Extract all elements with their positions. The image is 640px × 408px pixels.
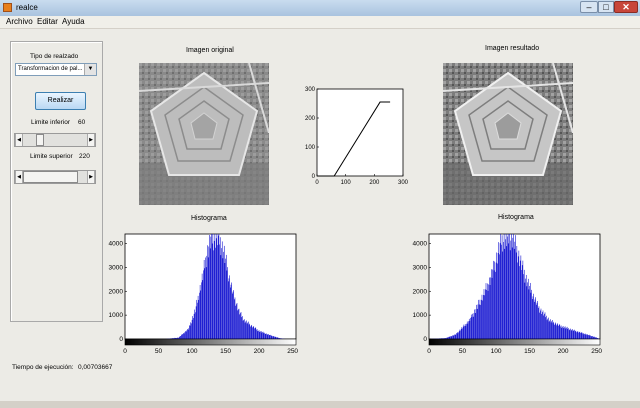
x-tick-label: 100 <box>491 348 502 355</box>
realizar-button[interactable]: Realizar <box>35 92 86 110</box>
x-tick-label: 0 <box>315 180 319 186</box>
menu-editar[interactable]: Editar <box>37 17 58 26</box>
grayscale-colorbar <box>428 338 601 346</box>
tiempo-label: Tiempo de ejecución: <box>12 364 74 371</box>
y-tick-label: 4000 <box>413 241 428 248</box>
x-tick-label: 200 <box>254 348 265 355</box>
histogram-left-plot: 0 50 100 150 200 250 0 1000 2000 3000 4000 <box>109 233 298 355</box>
limite-superior-slider[interactable]: ◀ ▶ <box>14 170 96 184</box>
maximize-button[interactable]: □ <box>598 1 614 13</box>
x-tick-label: 300 <box>398 180 409 186</box>
histogram-axes-box <box>428 233 601 340</box>
y-tick-label: 3000 <box>413 264 428 271</box>
tipo-label: Tipo de realzado <box>30 53 79 60</box>
grayscale-colorbar <box>124 338 297 346</box>
x-tick-label: 50 <box>459 348 467 355</box>
tiempo-value: 0,00703667 <box>78 364 113 371</box>
slider-right-arrow-icon[interactable]: ▶ <box>87 171 95 183</box>
bottom-border <box>0 401 640 408</box>
matlab-app-icon <box>3 3 12 12</box>
x-tick-label: 250 <box>591 348 602 355</box>
y-tick-label: 0 <box>423 336 427 343</box>
original-image <box>139 63 269 205</box>
y-tick-label: 200 <box>305 116 316 122</box>
y-tick-label: 100 <box>305 145 316 151</box>
x-tick-label: 0 <box>427 348 431 355</box>
window-titlebar: realce – □ ✕ <box>0 0 640 17</box>
close-button[interactable]: ✕ <box>614 1 638 13</box>
x-tick-label: 250 <box>287 348 298 355</box>
slider-thumb[interactable] <box>23 171 78 183</box>
tipo-dropdown[interactable]: Transformacion de pal... ▼ <box>15 63 97 76</box>
x-tick-label: 150 <box>524 348 535 355</box>
limite-superior-value: 220 <box>79 153 90 160</box>
histogram-right-plot: 0 50 100 150 200 250 0 1000 2000 3000 4000 <box>413 233 602 355</box>
y-tick-label: 2000 <box>413 288 428 295</box>
limite-inferior-value: 60 <box>78 119 86 126</box>
slider-right-arrow-icon[interactable]: ▶ <box>87 134 95 146</box>
histogram-right-title: Histograma <box>498 214 534 221</box>
original-image-title: Imagen original <box>186 47 234 54</box>
histogram-left-title: Histograma <box>191 215 227 222</box>
minimize-button[interactable]: – <box>580 1 598 13</box>
y-tick-label: 4000 <box>109 241 124 248</box>
histogram-axes-box <box>124 233 297 340</box>
x-tick-label: 200 <box>369 180 380 186</box>
limite-inferior-slider[interactable]: ◀ ▶ <box>14 133 96 147</box>
transfer-function-plot: 0 100 200 3000100200300 <box>305 87 409 186</box>
x-tick-label: 50 <box>155 348 163 355</box>
y-tick-label: 300 <box>305 87 316 93</box>
y-tick-label: 3000 <box>109 264 124 271</box>
x-tick-label: 100 <box>187 348 198 355</box>
limite-inferior-label: Limite inferior <box>31 119 71 126</box>
menu-archivo[interactable]: Archivo <box>6 17 33 26</box>
window-title: realce <box>16 3 38 12</box>
y-tick-label: 1000 <box>413 312 428 319</box>
chevron-down-icon[interactable]: ▼ <box>84 64 96 75</box>
x-tick-label: 0 <box>123 348 127 355</box>
result-image <box>443 63 573 205</box>
x-tick-label: 150 <box>220 348 231 355</box>
slider-left-arrow-icon[interactable]: ◀ <box>15 134 23 146</box>
menu-ayuda[interactable]: Ayuda <box>62 17 85 26</box>
y-tick-label: 0 <box>119 336 123 343</box>
limite-superior-label: Limite superior <box>30 153 73 160</box>
slider-thumb[interactable] <box>36 134 45 146</box>
plot-axes-box <box>316 88 404 177</box>
slider-left-arrow-icon[interactable]: ◀ <box>15 171 23 183</box>
y-tick-label: 2000 <box>109 288 124 295</box>
tipo-dropdown-value: Transformacion de pal... <box>18 66 83 72</box>
menu-bar: Archivo Editar Ayuda <box>0 16 640 29</box>
result-image-title: Imagen resultado <box>485 45 540 52</box>
y-tick-label: 1000 <box>109 312 124 319</box>
x-tick-label: 200 <box>558 348 569 355</box>
x-tick-label: 100 <box>341 180 352 186</box>
